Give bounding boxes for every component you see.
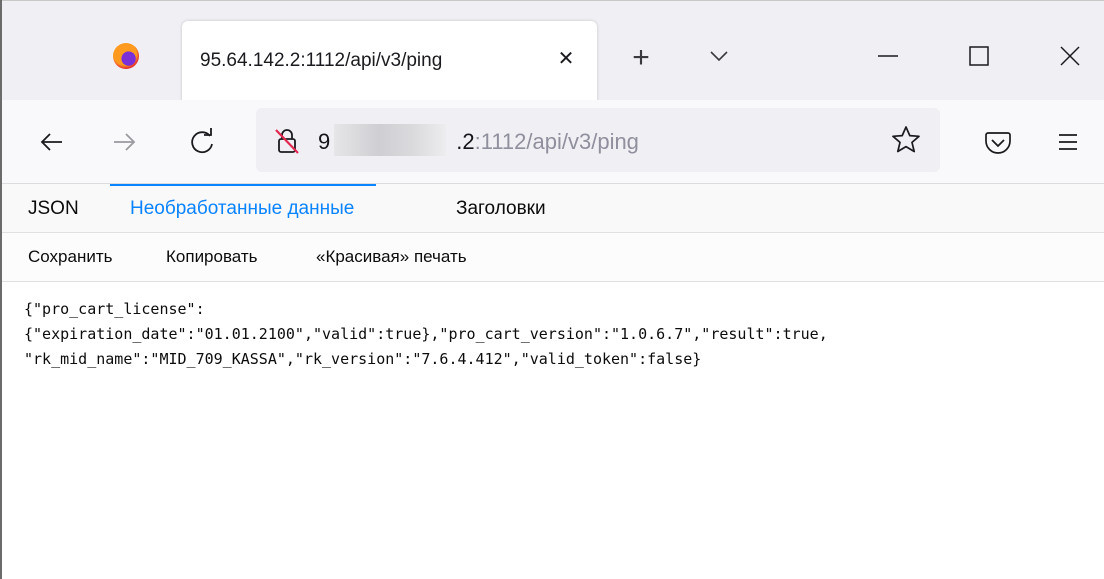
- tab-close-icon[interactable]: ✕: [552, 45, 580, 73]
- back-button[interactable]: [32, 122, 72, 162]
- chevron-down-icon: [710, 51, 728, 62]
- raw-line: {"expiration_date":"01.01.2100","valid":…: [24, 325, 828, 343]
- window-left-border: [0, 0, 2, 579]
- address-bar[interactable]: 9 .2:1112/api/v3/ping: [256, 108, 940, 172]
- raw-line: "rk_mid_name":"MID_709_KASSA","rk_versio…: [24, 350, 702, 368]
- tab-headers[interactable]: Заголовки: [456, 184, 546, 232]
- pocket-icon[interactable]: [980, 124, 1016, 160]
- tab-title: 95.64.142.2:1112/api/v3/ping: [200, 50, 443, 71]
- hamburger-menu-icon[interactable]: [1050, 124, 1086, 160]
- close-icon: [1060, 46, 1080, 66]
- url-path: :1112/api/v3/ping: [474, 129, 639, 154]
- new-tab-button[interactable]: +: [624, 41, 658, 75]
- tab-json[interactable]: JSON: [28, 184, 79, 232]
- url-host-prefix: 9: [318, 129, 331, 154]
- save-button[interactable]: Сохранить: [28, 233, 112, 281]
- maximize-icon: [969, 46, 989, 66]
- pretty-print-button[interactable]: «Красивая» печать: [316, 233, 467, 281]
- forward-arrow-icon: [114, 133, 136, 151]
- raw-toolbar: Сохранить Копировать «Красивая» печать: [2, 233, 1104, 282]
- raw-json-content: {"pro_cart_license": {"expiration_date":…: [24, 297, 1100, 372]
- firefox-logo-icon: [113, 43, 139, 69]
- back-arrow-icon: [40, 133, 62, 151]
- minimize-button[interactable]: [868, 36, 908, 76]
- redacted-host-block: [334, 124, 446, 156]
- json-viewer-tabs: JSON Необработанные данные Заголовки: [2, 184, 1104, 233]
- star-icon[interactable]: [890, 124, 922, 156]
- reload-button[interactable]: [182, 122, 222, 162]
- tab-active[interactable]: 95.64.142.2:1112/api/v3/ping ✕: [182, 21, 597, 101]
- forward-button[interactable]: [104, 122, 144, 162]
- insecure-lock-icon[interactable]: [272, 126, 302, 156]
- navigation-toolbar: 9 .2:1112/api/v3/ping: [2, 100, 1104, 184]
- close-window-button[interactable]: [1050, 36, 1090, 76]
- tab-strip: 95.64.142.2:1112/api/v3/ping ✕ +: [2, 1, 1104, 101]
- tab-raw-data[interactable]: Необработанные данные: [109, 184, 377, 232]
- maximize-button[interactable]: [959, 36, 999, 76]
- tab-list-button[interactable]: [702, 41, 736, 75]
- url-host-suffix: .2: [456, 129, 475, 154]
- reload-icon: [191, 128, 213, 154]
- copy-button[interactable]: Копировать: [166, 233, 258, 281]
- minimize-icon: [878, 55, 898, 57]
- raw-line: {"pro_cart_license":: [24, 300, 205, 318]
